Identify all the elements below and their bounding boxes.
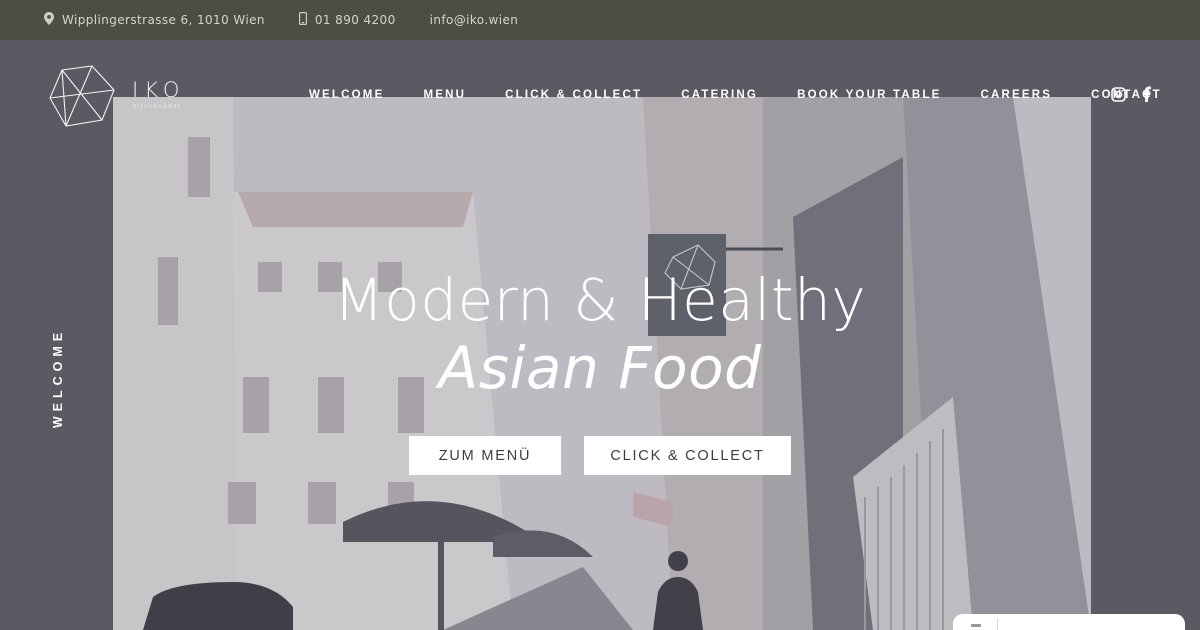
instagram-icon[interactable] bbox=[1111, 86, 1126, 102]
main-nav: WELCOME MENU CLICK & COLLECT CATERING BO… bbox=[309, 89, 1162, 101]
phone-text[interactable]: 01 890 4200 bbox=[315, 13, 396, 27]
nav-careers[interactable]: CAREERS bbox=[980, 89, 1052, 101]
phone-icon bbox=[298, 12, 315, 28]
phone-info: 01 890 4200 bbox=[298, 12, 396, 28]
social-links bbox=[1111, 86, 1151, 102]
nav-book-table[interactable]: BOOK YOUR TABLE bbox=[797, 89, 941, 101]
widget-handle-icon bbox=[971, 624, 981, 627]
nav-catering[interactable]: CATERING bbox=[681, 89, 758, 101]
hero-headline-line1: Modern & Healthy bbox=[333, 266, 867, 334]
nav-click-collect[interactable]: CLICK & COLLECT bbox=[505, 89, 642, 101]
email-info: info@iko.wien bbox=[430, 13, 519, 27]
nav-welcome[interactable]: WELCOME bbox=[309, 89, 384, 101]
iko-geometric-logo-icon bbox=[48, 64, 118, 132]
brand-tagline: Kitchen&bar bbox=[133, 103, 182, 110]
hero-headline-line2: Asian Food bbox=[438, 334, 762, 402]
facebook-icon[interactable] bbox=[1142, 86, 1151, 102]
address-info: Wipplingerstrasse 6, 1010 Wien bbox=[44, 12, 265, 28]
top-info-bar: Wipplingerstrasse 6, 1010 Wien 01 890 42… bbox=[0, 0, 1200, 40]
chat-widget-tab[interactable] bbox=[953, 614, 1185, 630]
click-collect-button[interactable]: CLICK & COLLECT bbox=[584, 436, 791, 475]
map-pin-icon bbox=[44, 12, 62, 28]
zum-menu-button[interactable]: ZUM MENÜ bbox=[409, 436, 561, 475]
widget-divider bbox=[997, 618, 998, 630]
brand-name: IKO bbox=[132, 78, 186, 102]
nav-menu[interactable]: MENU bbox=[423, 89, 466, 101]
email-text[interactable]: info@iko.wien bbox=[430, 13, 519, 27]
brand-logo[interactable]: IKO Kitchen&bar bbox=[48, 64, 198, 128]
address-text[interactable]: Wipplingerstrasse 6, 1010 Wien bbox=[62, 13, 265, 27]
